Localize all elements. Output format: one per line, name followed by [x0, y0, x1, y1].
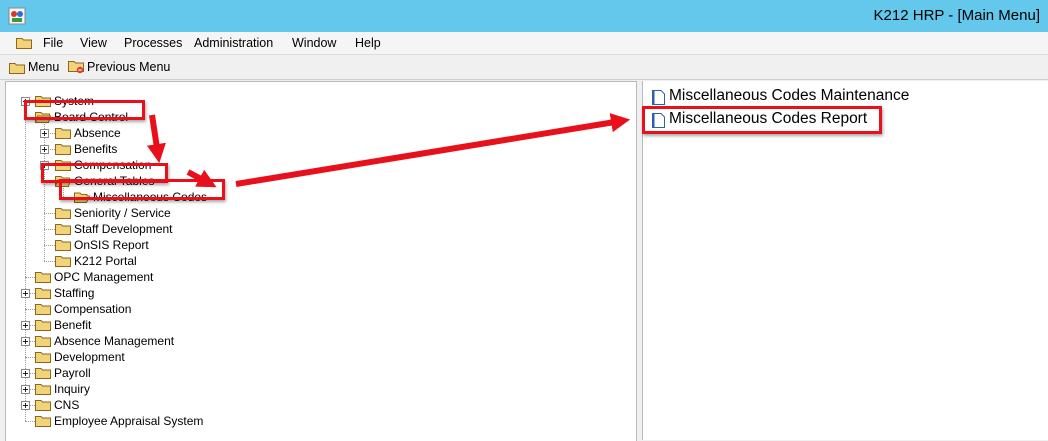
- highlight-miscellaneous-codes: [59, 179, 225, 200]
- menu-help[interactable]: Help: [355, 36, 381, 50]
- menu-item-label: Miscellaneous Codes Maintenance: [669, 87, 910, 104]
- menu-file[interactable]: File: [43, 36, 63, 50]
- menu-window[interactable]: Window: [292, 36, 336, 50]
- previous-menu-button[interactable]: Previous Menu: [68, 60, 170, 74]
- menu-processes[interactable]: Processes: [124, 36, 182, 50]
- window-title: K212 HRP - [Main Menu]: [873, 7, 1040, 24]
- tree-node-label: Benefit: [54, 318, 92, 332]
- tree-connector-line: [44, 229, 55, 230]
- menu-administration[interactable]: Administration: [194, 36, 273, 50]
- folder-back-icon: [68, 61, 84, 74]
- expand-toggle[interactable]: [21, 289, 30, 298]
- tree-pane[interactable]: System Board Control Absence Benefits Compen…: [5, 81, 637, 441]
- folder-icon: [16, 38, 32, 49]
- expand-toggle[interactable]: [21, 385, 30, 394]
- menu-items-pane: Miscellaneous Codes Maintenance Miscellan…: [642, 81, 1048, 440]
- folder-icon: [35, 288, 51, 299]
- tree-node-label: Staff Development: [74, 222, 173, 236]
- expand-toggle[interactable]: [40, 145, 49, 154]
- folder-icon: [35, 336, 51, 347]
- folder-icon: [55, 256, 71, 267]
- title-bar: K212 HRP - [Main Menu]: [0, 0, 1048, 32]
- tree-node-label: Absence Management: [54, 334, 175, 348]
- tree-node-label: Employee Appraisal System: [54, 414, 204, 428]
- highlight-miscellaneous-codes-report: [642, 106, 882, 134]
- menu-bar: File View Processes Administration Windo…: [0, 32, 1048, 55]
- menu-button-label: Menu: [28, 60, 60, 74]
- folder-icon: [35, 304, 51, 315]
- tree-node-label: K212 Portal: [74, 254, 137, 268]
- folder-icon: [35, 416, 51, 427]
- toolbar: Menu Previous Menu: [0, 55, 1048, 80]
- expand-toggle[interactable]: [21, 401, 30, 410]
- folder-icon: [35, 368, 51, 379]
- tree-connector-line: [25, 357, 35, 358]
- expand-toggle[interactable]: [21, 369, 30, 378]
- folder-icon: [35, 320, 51, 331]
- folder-icon: [9, 63, 25, 74]
- tree-node-label: OPC Management: [54, 270, 154, 284]
- tree-node-label: Inquiry: [54, 382, 91, 396]
- tree-connector-line: [44, 245, 55, 246]
- tree-connector-line: [44, 213, 55, 214]
- folder-icon: [55, 128, 71, 139]
- tree-connector-line: [25, 421, 35, 422]
- document-icon: [652, 90, 665, 105]
- folder-icon: [55, 224, 71, 235]
- folder-icon: [55, 240, 71, 251]
- menu-tree: System Board Control Absence Benefits Compen…: [6, 82, 636, 441]
- app-logo-icon: [8, 7, 26, 25]
- folder-icon: [55, 144, 71, 155]
- previous-menu-button-label: Previous Menu: [87, 60, 171, 74]
- folder-icon: [35, 272, 51, 283]
- tree-node-label: Benefits: [74, 142, 118, 156]
- tree-connector-line: [44, 261, 55, 262]
- tree-connector-line: [44, 117, 45, 261]
- tree-connector-line: [25, 309, 35, 310]
- tree-node-label: Absence: [74, 126, 121, 140]
- expand-toggle[interactable]: [21, 337, 30, 346]
- tree-node-label: OnSIS Report: [74, 238, 149, 252]
- highlight-board-control: [24, 100, 145, 120]
- expand-toggle[interactable]: [21, 321, 30, 330]
- folder-icon: [35, 384, 51, 395]
- menu-button[interactable]: Menu: [9, 60, 59, 74]
- expand-toggle[interactable]: [40, 129, 49, 138]
- tree-node-label: Development: [54, 350, 125, 364]
- folder-icon: [55, 208, 71, 219]
- tree-connector-line: [25, 277, 35, 278]
- folder-icon: [35, 400, 51, 411]
- menu-view[interactable]: View: [80, 36, 107, 50]
- tree-node-label: Seniority / Service: [74, 206, 171, 220]
- tree-node-label: Staffing: [54, 286, 95, 300]
- tree-node-label: Compensation: [54, 302, 132, 316]
- folder-icon: [35, 352, 51, 363]
- tree-node-label: Payroll: [54, 366, 91, 380]
- tree-node-label: CNS: [54, 398, 80, 412]
